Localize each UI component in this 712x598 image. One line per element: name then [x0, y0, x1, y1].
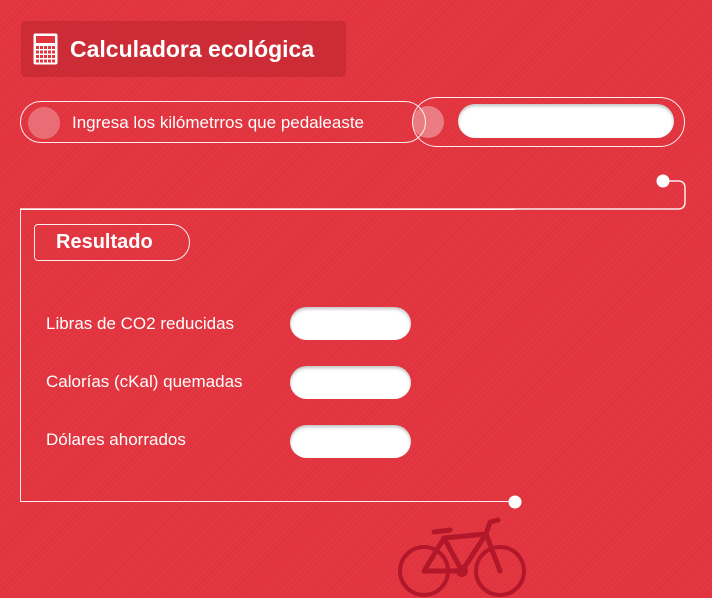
- savings-output[interactable]: [290, 425, 411, 458]
- savings-label: Dólares ahorrados: [46, 430, 186, 449]
- co2-output[interactable]: [290, 307, 411, 340]
- results-title: Resultado: [34, 224, 190, 261]
- bicycle-icon: [398, 517, 526, 597]
- co2-label: Libras de CO2 reducidas: [46, 314, 235, 333]
- calories-output[interactable]: [290, 366, 411, 399]
- calories-label: Calorías (cKal) quemadas: [46, 372, 243, 391]
